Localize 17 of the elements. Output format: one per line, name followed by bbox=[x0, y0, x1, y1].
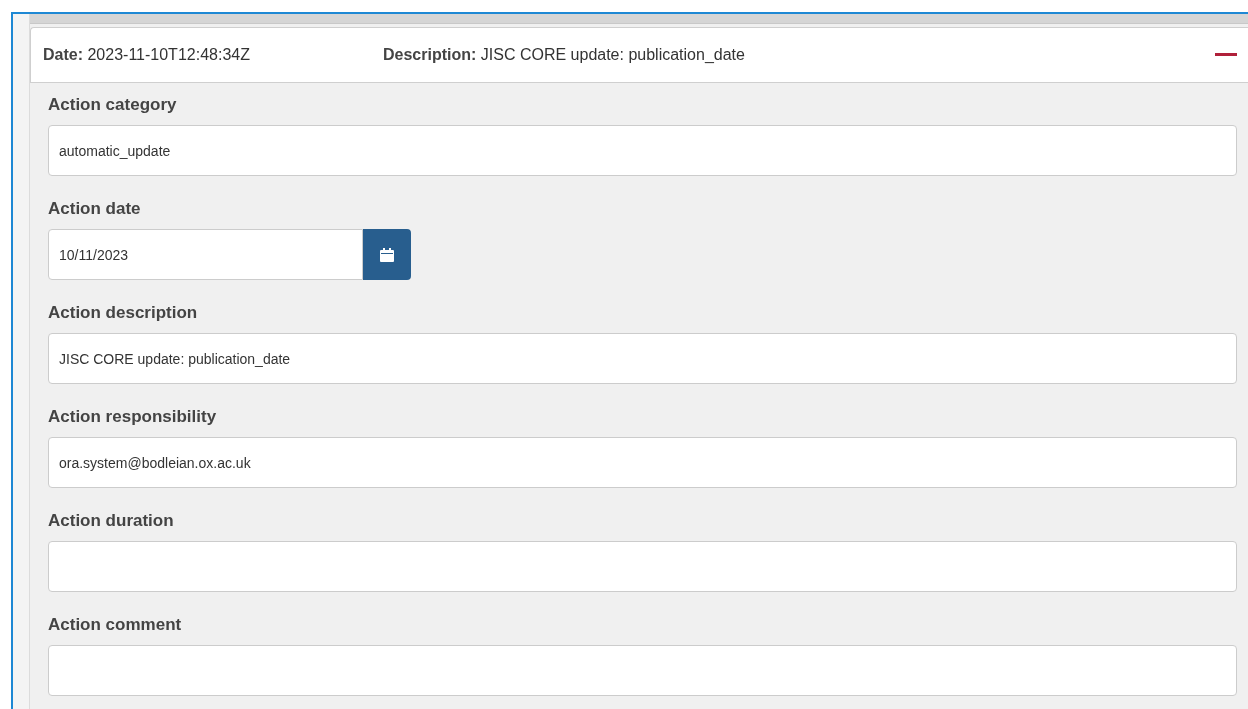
calendar-icon bbox=[380, 247, 394, 262]
field-label: Action description bbox=[48, 302, 199, 324]
minus-icon bbox=[1215, 53, 1237, 57]
entry-description: Description: JISC CORE update: publication_date bbox=[383, 46, 745, 64]
entry-date: Date: 2023-11-10T12:48:34Z bbox=[43, 46, 251, 64]
field-label: Action category bbox=[48, 94, 178, 116]
text-field[interactable]: ora.system@bodleian.ox.ac.uk bbox=[48, 437, 1237, 488]
text-field[interactable]: automatic_update bbox=[48, 125, 1237, 176]
field-label: Action comment bbox=[48, 614, 183, 636]
text-field[interactable] bbox=[48, 645, 1237, 696]
field-label: Action duration bbox=[48, 510, 175, 532]
field-label: Action responsibility bbox=[48, 406, 218, 428]
text-field[interactable] bbox=[48, 541, 1237, 592]
date-field[interactable]: 10/11/2023 bbox=[48, 229, 363, 280]
text-field[interactable]: JISC CORE update: publication_date bbox=[48, 333, 1237, 384]
field-label: Action date bbox=[48, 198, 142, 220]
calendar-button[interactable] bbox=[363, 229, 411, 280]
